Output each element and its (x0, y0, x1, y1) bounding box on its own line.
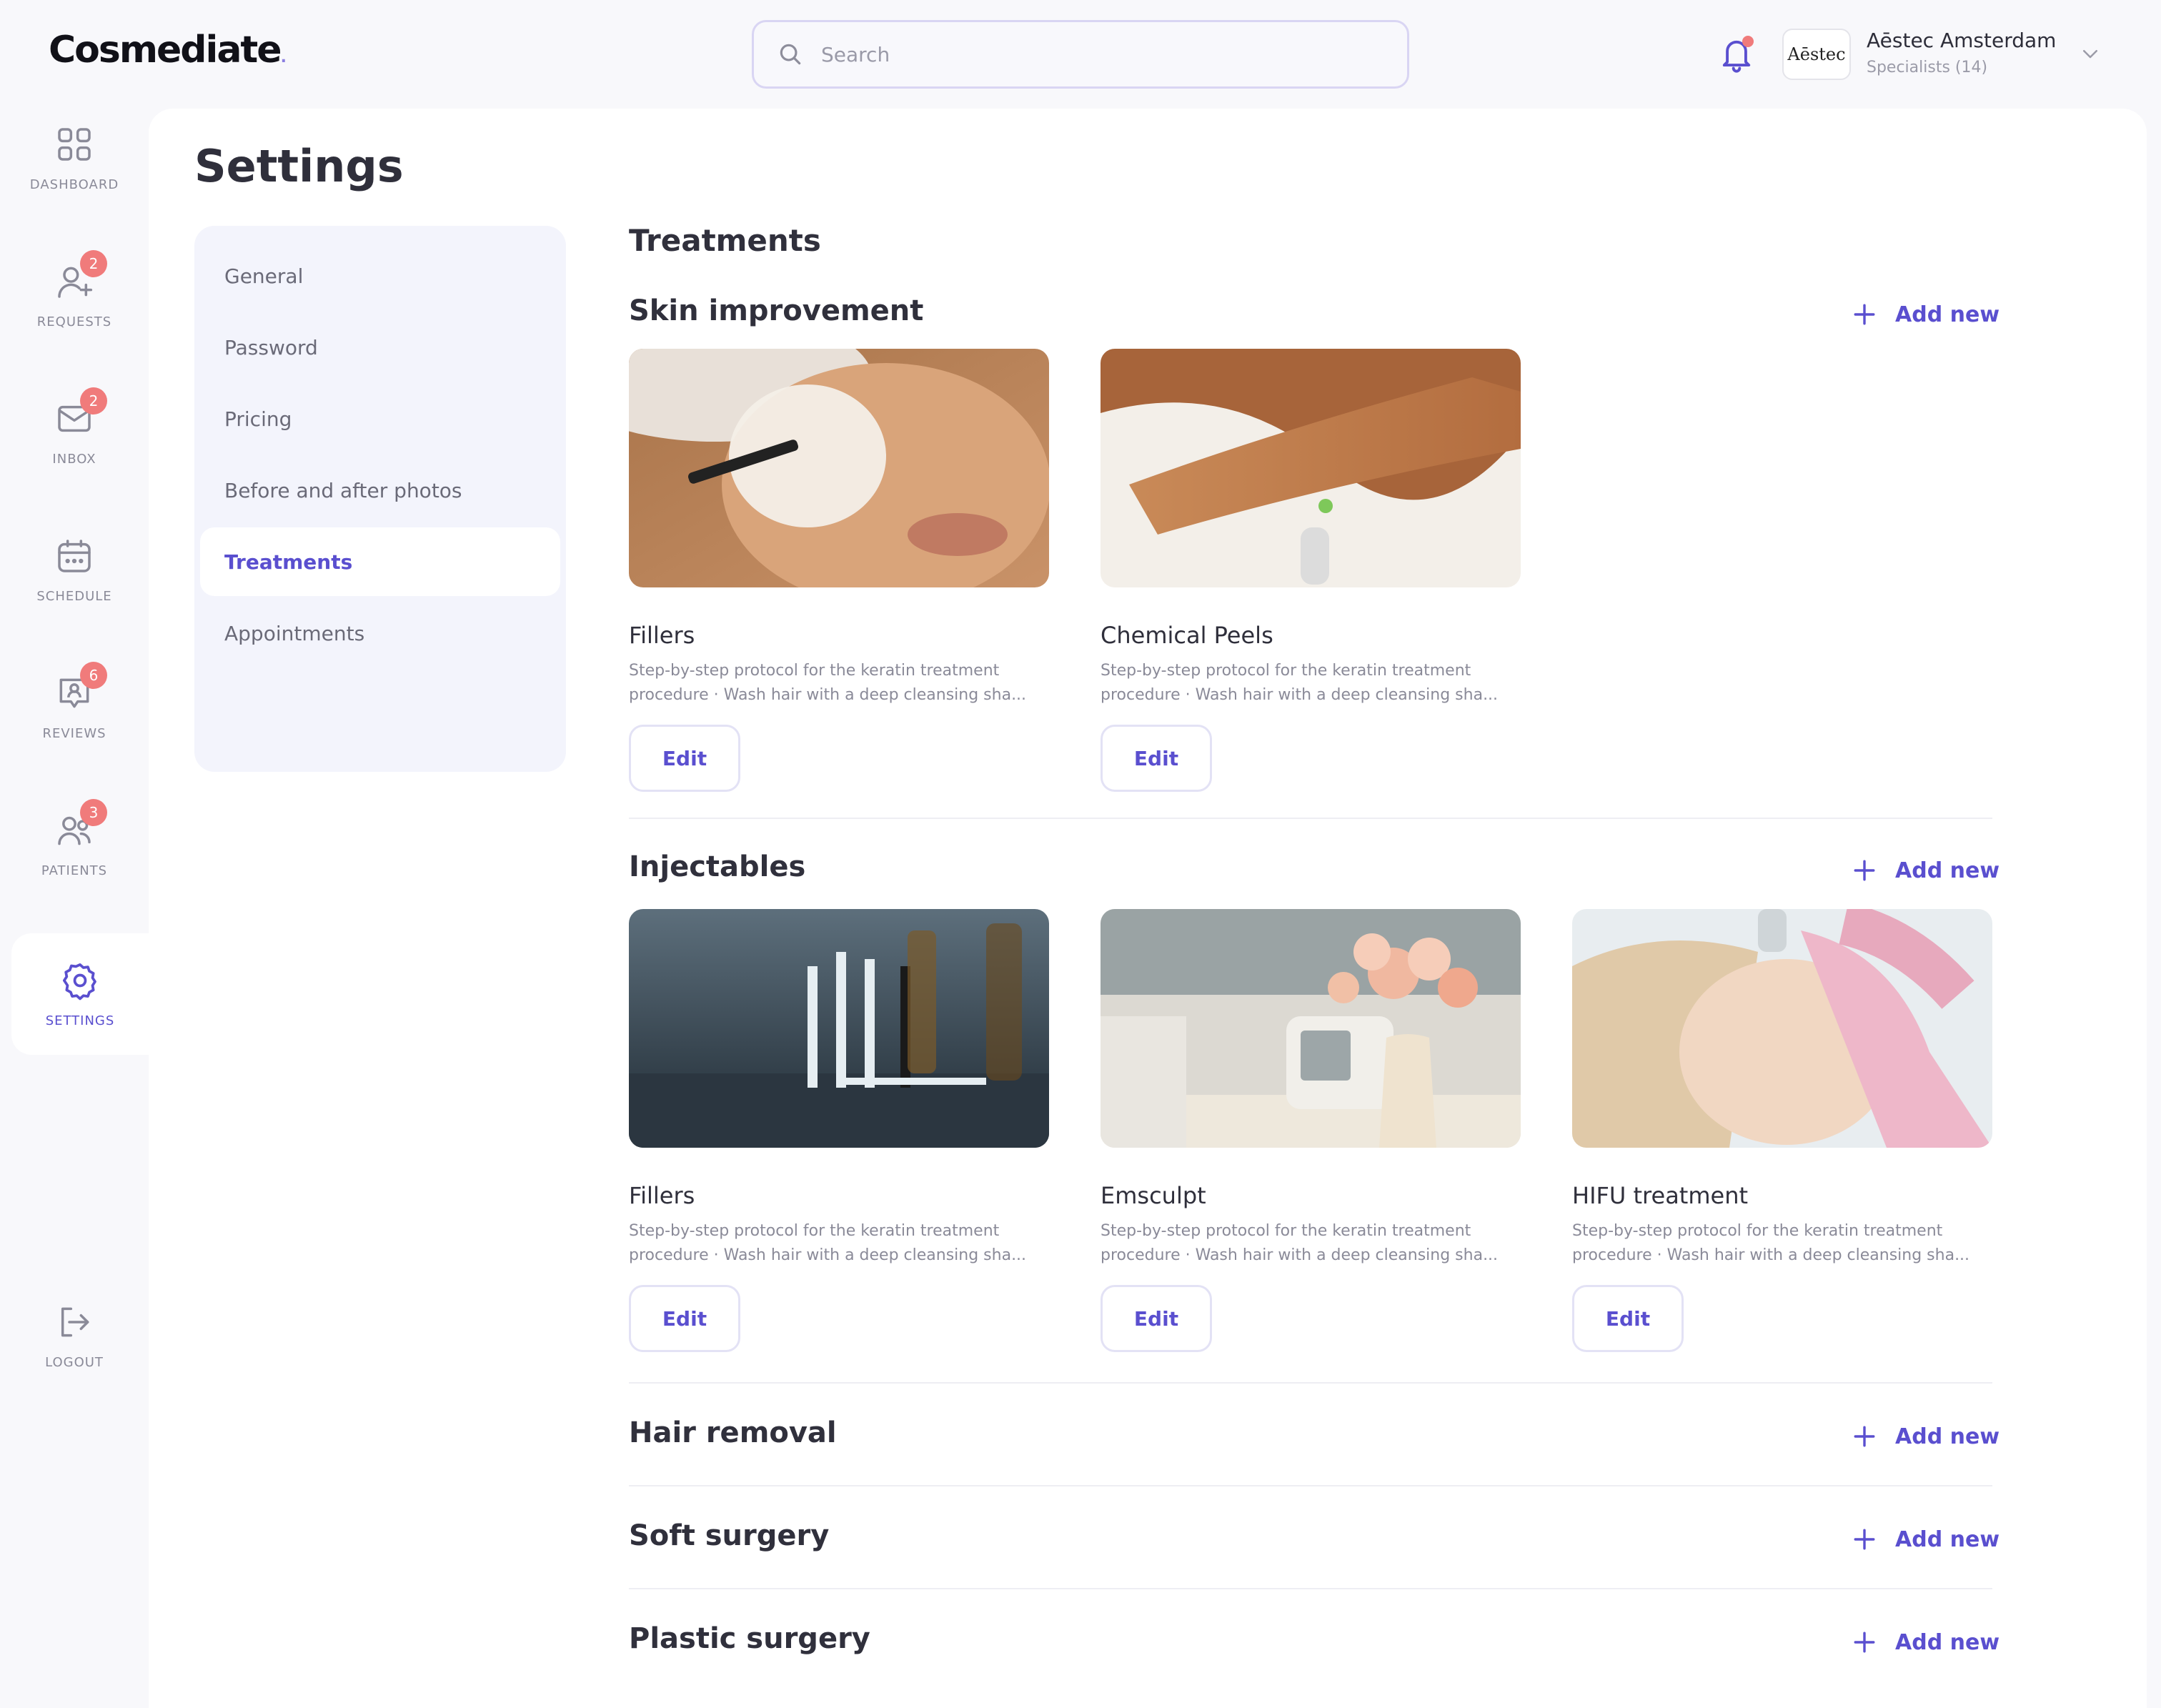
add-new-plastic-surgery-button[interactable]: Add new (1852, 1621, 1999, 1664)
account-logo[interactable]: Aēstec (1782, 29, 1851, 80)
patients-badge: 3 (80, 798, 107, 826)
plus-icon (1854, 1632, 1875, 1653)
reviews-badge: 6 (80, 661, 107, 689)
edit-button[interactable]: Edit (629, 725, 740, 792)
treatment-card: Fillers Step-by-step protocol for the ke… (629, 349, 1049, 792)
main-panel: Settings General Password Pricing Before… (149, 109, 2147, 1708)
nav-label: INBOX (52, 451, 96, 467)
add-new-label: Add new (1895, 302, 2000, 327)
nav-settings[interactable]: SETTINGS (11, 933, 149, 1055)
gear-icon (60, 960, 100, 1001)
nav-dashboard[interactable]: DASHBOARD (0, 97, 149, 219)
treatment-image-facial-mask (629, 349, 1049, 587)
settings-menu-general[interactable]: General (200, 242, 560, 310)
category-title-skin-improvement: Skin improvement (629, 294, 924, 327)
requests-badge: 2 (80, 249, 107, 277)
nav-label: PATIENTS (41, 863, 108, 878)
plus-icon (1854, 1529, 1875, 1550)
treatment-description: Step-by-step protocol for the keratin tr… (1101, 662, 1499, 704)
treatment-image-syringes (629, 909, 1049, 1148)
settings-menu-password[interactable]: Password (200, 313, 560, 382)
treatment-description: Step-by-step protocol for the keratin tr… (629, 1222, 1027, 1264)
plus-icon (1854, 860, 1875, 881)
plus-icon (1854, 304, 1875, 325)
add-new-skin-improvement-button[interactable]: Add new (1852, 293, 1999, 336)
add-new-injectables-button[interactable]: Add new (1852, 849, 1999, 892)
account-name[interactable]: Aēstec Amsterdam (1867, 29, 2056, 52)
add-new-label: Add new (1895, 1629, 2000, 1655)
add-user-icon: 2 (54, 249, 107, 302)
mail-icon: 2 (54, 387, 107, 439)
settings-menu-pricing[interactable]: Pricing (200, 384, 560, 453)
settings-menu-appointments[interactable]: Appointments (200, 599, 560, 667)
add-new-hair-removal-button[interactable]: Add new (1852, 1415, 1999, 1458)
category-title-soft-surgery: Soft surgery (629, 1519, 830, 1552)
section-divider (629, 818, 1992, 819)
page-title: Settings (194, 140, 404, 192)
settings-menu-before-after-photos[interactable]: Before and after photos (200, 456, 560, 525)
nav-requests[interactable]: 2 REQUESTS (0, 234, 149, 356)
nav-label: SETTINGS (45, 1013, 115, 1028)
notification-dot (1742, 36, 1754, 47)
nav-label: REVIEWS (42, 725, 106, 741)
chevron-down-icon[interactable] (2080, 43, 2101, 64)
plus-icon (1854, 1426, 1875, 1447)
treatment-title: Fillers (629, 622, 695, 649)
category-title-plastic-surgery: Plastic surgery (629, 1622, 870, 1655)
treatment-title: Emsculpt (1101, 1182, 1206, 1209)
treatment-image-face-treatment (1572, 909, 1992, 1148)
section-divider (629, 1588, 1992, 1589)
treatment-description: Step-by-step protocol for the keratin tr… (629, 662, 1027, 704)
nav-patients[interactable]: 3 PATIENTS (0, 783, 149, 905)
nav-schedule[interactable]: SCHEDULE (0, 509, 149, 630)
treatment-title: HIFU treatment (1572, 1182, 1749, 1209)
treatments-heading: Treatments (629, 223, 821, 258)
add-new-label: Add new (1895, 858, 2000, 883)
account-subtitle: Specialists (14) (1867, 59, 1988, 76)
edit-button[interactable]: Edit (629, 1285, 740, 1352)
nav-label: REQUESTS (36, 314, 112, 329)
inbox-badge: 2 (80, 387, 107, 414)
section-divider (629, 1382, 1992, 1384)
search-icon (780, 44, 801, 65)
nav-inbox[interactable]: 2 INBOX (0, 372, 149, 493)
edit-button[interactable]: Edit (1101, 725, 1212, 792)
add-new-label: Add new (1895, 1526, 2000, 1552)
treatment-description: Step-by-step protocol for the keratin tr… (1101, 1222, 1499, 1264)
treatment-title: Chemical Peels (1101, 622, 1273, 649)
app-logo[interactable]: Cosmediate. (49, 29, 287, 71)
edit-button[interactable]: Edit (1572, 1285, 1684, 1352)
settings-menu: General Password Pricing Before and afte… (194, 226, 566, 772)
users-icon: 3 (54, 798, 107, 850)
nav-label: SCHEDULE (36, 588, 112, 604)
add-new-soft-surgery-button[interactable]: Add new (1852, 1518, 1999, 1561)
treatment-title: Fillers (629, 1182, 695, 1209)
treatment-card: HIFU treatment Step-by-step protocol for… (1572, 909, 1992, 1352)
review-icon: 6 (54, 661, 107, 713)
settings-menu-treatments[interactable]: Treatments (200, 527, 560, 596)
treatment-image-laser-leg (1101, 349, 1521, 587)
treatment-image-device-flowers (1101, 909, 1521, 1148)
nav-logout[interactable]: LOGOUT (0, 1275, 149, 1396)
nav-label: DASHBOARD (29, 177, 119, 192)
dashboard-icon (54, 124, 94, 164)
search-input[interactable] (821, 33, 1407, 76)
search-bar[interactable] (752, 20, 1409, 89)
section-divider (629, 1485, 1992, 1486)
add-new-label: Add new (1895, 1424, 2000, 1449)
treatment-card: Chemical Peels Step-by-step protocol for… (1101, 349, 1521, 792)
edit-button[interactable]: Edit (1101, 1285, 1212, 1352)
treatment-description: Step-by-step protocol for the keratin tr… (1572, 1222, 1970, 1264)
nav-reviews[interactable]: 6 REVIEWS (0, 646, 149, 768)
category-title-injectables: Injectables (629, 850, 806, 883)
notifications-button[interactable] (1718, 34, 1755, 74)
nav-label: LOGOUT (45, 1354, 104, 1370)
treatment-card: Fillers Step-by-step protocol for the ke… (629, 909, 1049, 1352)
calendar-icon (54, 536, 94, 576)
logout-icon (54, 1302, 94, 1342)
category-title-hair-removal: Hair removal (629, 1416, 837, 1449)
treatment-card: Emsculpt Step-by-step protocol for the k… (1101, 909, 1521, 1352)
